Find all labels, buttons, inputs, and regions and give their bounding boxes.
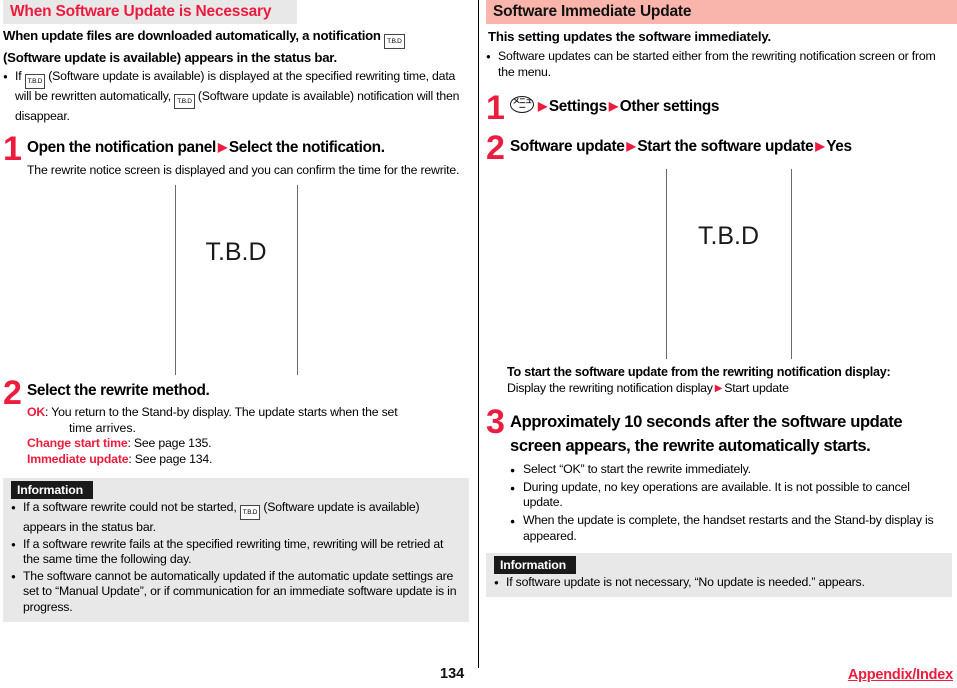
right-note-part-2: Start update — [724, 381, 789, 396]
left-bullet-1: If T.B.D (Software update is available) … — [3, 69, 469, 125]
information-item: The software cannot be automatically upd… — [11, 569, 461, 616]
right-step-3: 3 Approximately 10 seconds after the sof… — [486, 405, 952, 544]
page-number: 134 — [440, 666, 465, 682]
right-column: Software Immediate Update This setting u… — [486, 0, 957, 597]
left-step-1-title: Open the notification panel ▶ Select the n… — [27, 137, 469, 158]
left-lead-paragraph: When update files are downloaded automat… — [3, 27, 469, 67]
left-lead-text-1: When update files are downloaded automat… — [3, 28, 381, 43]
right-step-1-item-1: Settings — [548, 98, 607, 116]
page-footer: 134 Appendix/Index — [0, 666, 957, 688]
information-item-text-1: If a software rewrite could not be start… — [23, 500, 237, 515]
right-step-3-title: Approximately 10 seconds after the softw… — [510, 410, 952, 458]
right-note-part-1: Display the rewriting notification displ… — [507, 381, 713, 396]
right-step-3-title-line-2: screen appears, the rewrite automaticall… — [510, 436, 871, 456]
tbd-icon: T.B.D — [239, 505, 261, 521]
information-label: Information — [11, 481, 93, 500]
placeholder-right-rule — [297, 184, 298, 375]
right-step-2-item-2: Start the software update — [637, 138, 814, 156]
step-number: 1 — [486, 89, 505, 128]
left-bullet-1-text-1: If — [15, 68, 22, 83]
right-step-3-bullets: Select “OK” to start the rewrite immedia… — [510, 462, 952, 544]
left-step-1-title-part-1: Open the notification panel — [27, 139, 216, 157]
right-step-1: 1 メニュー ▶ Settings ▶ Other settings — [486, 91, 952, 125]
right-bullet-1: Software updates can be started either f… — [486, 49, 952, 80]
arrow-icon: ▶ — [815, 139, 825, 154]
placeholder-left-rule — [666, 169, 667, 360]
option-term: Immediate update — [27, 452, 129, 467]
left-step-1-body: The rewrite notice screen is displayed a… — [27, 163, 460, 178]
information-label: Information — [494, 556, 576, 575]
option-description: You return to the Stand-by display. The … — [51, 404, 398, 419]
appendix-index-link[interactable]: Appendix/Index — [848, 667, 953, 683]
right-screenshot-placeholder: T.B.D — [486, 169, 952, 360]
step-number: 2 — [3, 373, 22, 412]
arrow-icon: ▶ — [217, 140, 227, 155]
right-step-2-item-3: Yes — [826, 138, 852, 156]
information-item: If software update is not necessary, “No… — [494, 575, 944, 591]
column-divider — [478, 0, 479, 668]
arrow-icon: ▶ — [626, 139, 636, 154]
right-step-2: 2 Software update ▶ Start the software upd… — [486, 131, 952, 165]
tbd-icon: T.B.D — [174, 93, 195, 109]
right-lead-paragraph: This setting updates the software immedi… — [488, 29, 771, 44]
placeholder-left-rule — [175, 184, 176, 375]
arrow-icon: ▶ — [714, 383, 723, 395]
right-note: To start the software update from the re… — [486, 364, 952, 397]
information-item: If a software rewrite could not be start… — [11, 500, 461, 536]
tbd-icon: T.B.D — [384, 34, 405, 49]
step-number: 1 — [3, 130, 22, 169]
left-step-2-title: Select the rewrite method. — [27, 381, 210, 399]
tbd-placeholder-label: T.B.D — [697, 222, 760, 251]
manual-page: When Software Update is Necessary When u… — [0, 0, 957, 688]
right-step-3-bullet: When the update is complete, the handset… — [510, 513, 952, 544]
left-step-1-title-part-2: Select the notification. — [228, 139, 385, 157]
right-step-2-title: Software update ▶ Start the software updat… — [510, 136, 952, 157]
left-information-box: Information If a software rewrite could … — [3, 478, 469, 622]
option-term: OK — [27, 404, 46, 419]
tbd-placeholder-label: T.B.D — [205, 237, 267, 266]
menu-key-icon: メニュー — [510, 96, 534, 114]
step-number: 3 — [486, 403, 505, 442]
option-description: See page 135. — [133, 436, 212, 451]
left-section-heading: When Software Update is Necessary — [3, 0, 297, 24]
left-column: When Software Update is Necessary When u… — [3, 0, 469, 622]
right-note-line: Display the rewriting notification displ… — [507, 380, 952, 397]
menu-key-icon-label: メニュー — [512, 96, 532, 112]
tbd-icon: T.B.D — [24, 73, 46, 89]
left-step-2: 2 Select the rewrite method. OK: You ret… — [3, 376, 469, 468]
right-step-3-title-line-1: Approximately 10 seconds after the softw… — [510, 412, 903, 432]
option-continuation: time arrives. — [69, 420, 136, 435]
right-information-box: Information If software update is not ne… — [486, 553, 952, 597]
left-screenshot-placeholder: T.B.D — [3, 184, 469, 375]
left-step-2-options: OK: You return to the Stand-by display. … — [27, 405, 469, 468]
right-step-3-bullet: Select “OK” to start the rewrite immedia… — [510, 462, 952, 478]
right-step-1-title: メニュー ▶ Settings ▶ Other settings — [510, 96, 952, 117]
option-row: Immediate update: See page 134. — [27, 452, 469, 468]
right-note-heading: To start the software update from the re… — [507, 365, 891, 380]
option-term: Change start time — [27, 436, 128, 451]
placeholder-right-rule — [791, 169, 792, 360]
arrow-icon: ▶ — [538, 99, 547, 114]
option-row: OK: You return to the Stand-by display. … — [27, 405, 469, 421]
information-item: If a software rewrite fails at the speci… — [11, 537, 461, 568]
right-step-2-item-1: Software update — [510, 138, 625, 156]
option-row: Change start time: See page 135. — [27, 436, 469, 452]
right-section-heading: Software Immediate Update — [486, 0, 957, 24]
right-step-3-bullet: During update, no key operations are ava… — [510, 480, 952, 511]
option-description: See page 134. — [134, 452, 213, 467]
left-lead-text-2: (Software update is available) appears i… — [3, 50, 337, 65]
step-number: 2 — [486, 129, 505, 168]
arrow-icon: ▶ — [608, 99, 618, 114]
right-step-1-item-2: Other settings — [619, 98, 720, 116]
left-step-1: 1 Open the notification panel ▶ Select the… — [3, 132, 469, 179]
